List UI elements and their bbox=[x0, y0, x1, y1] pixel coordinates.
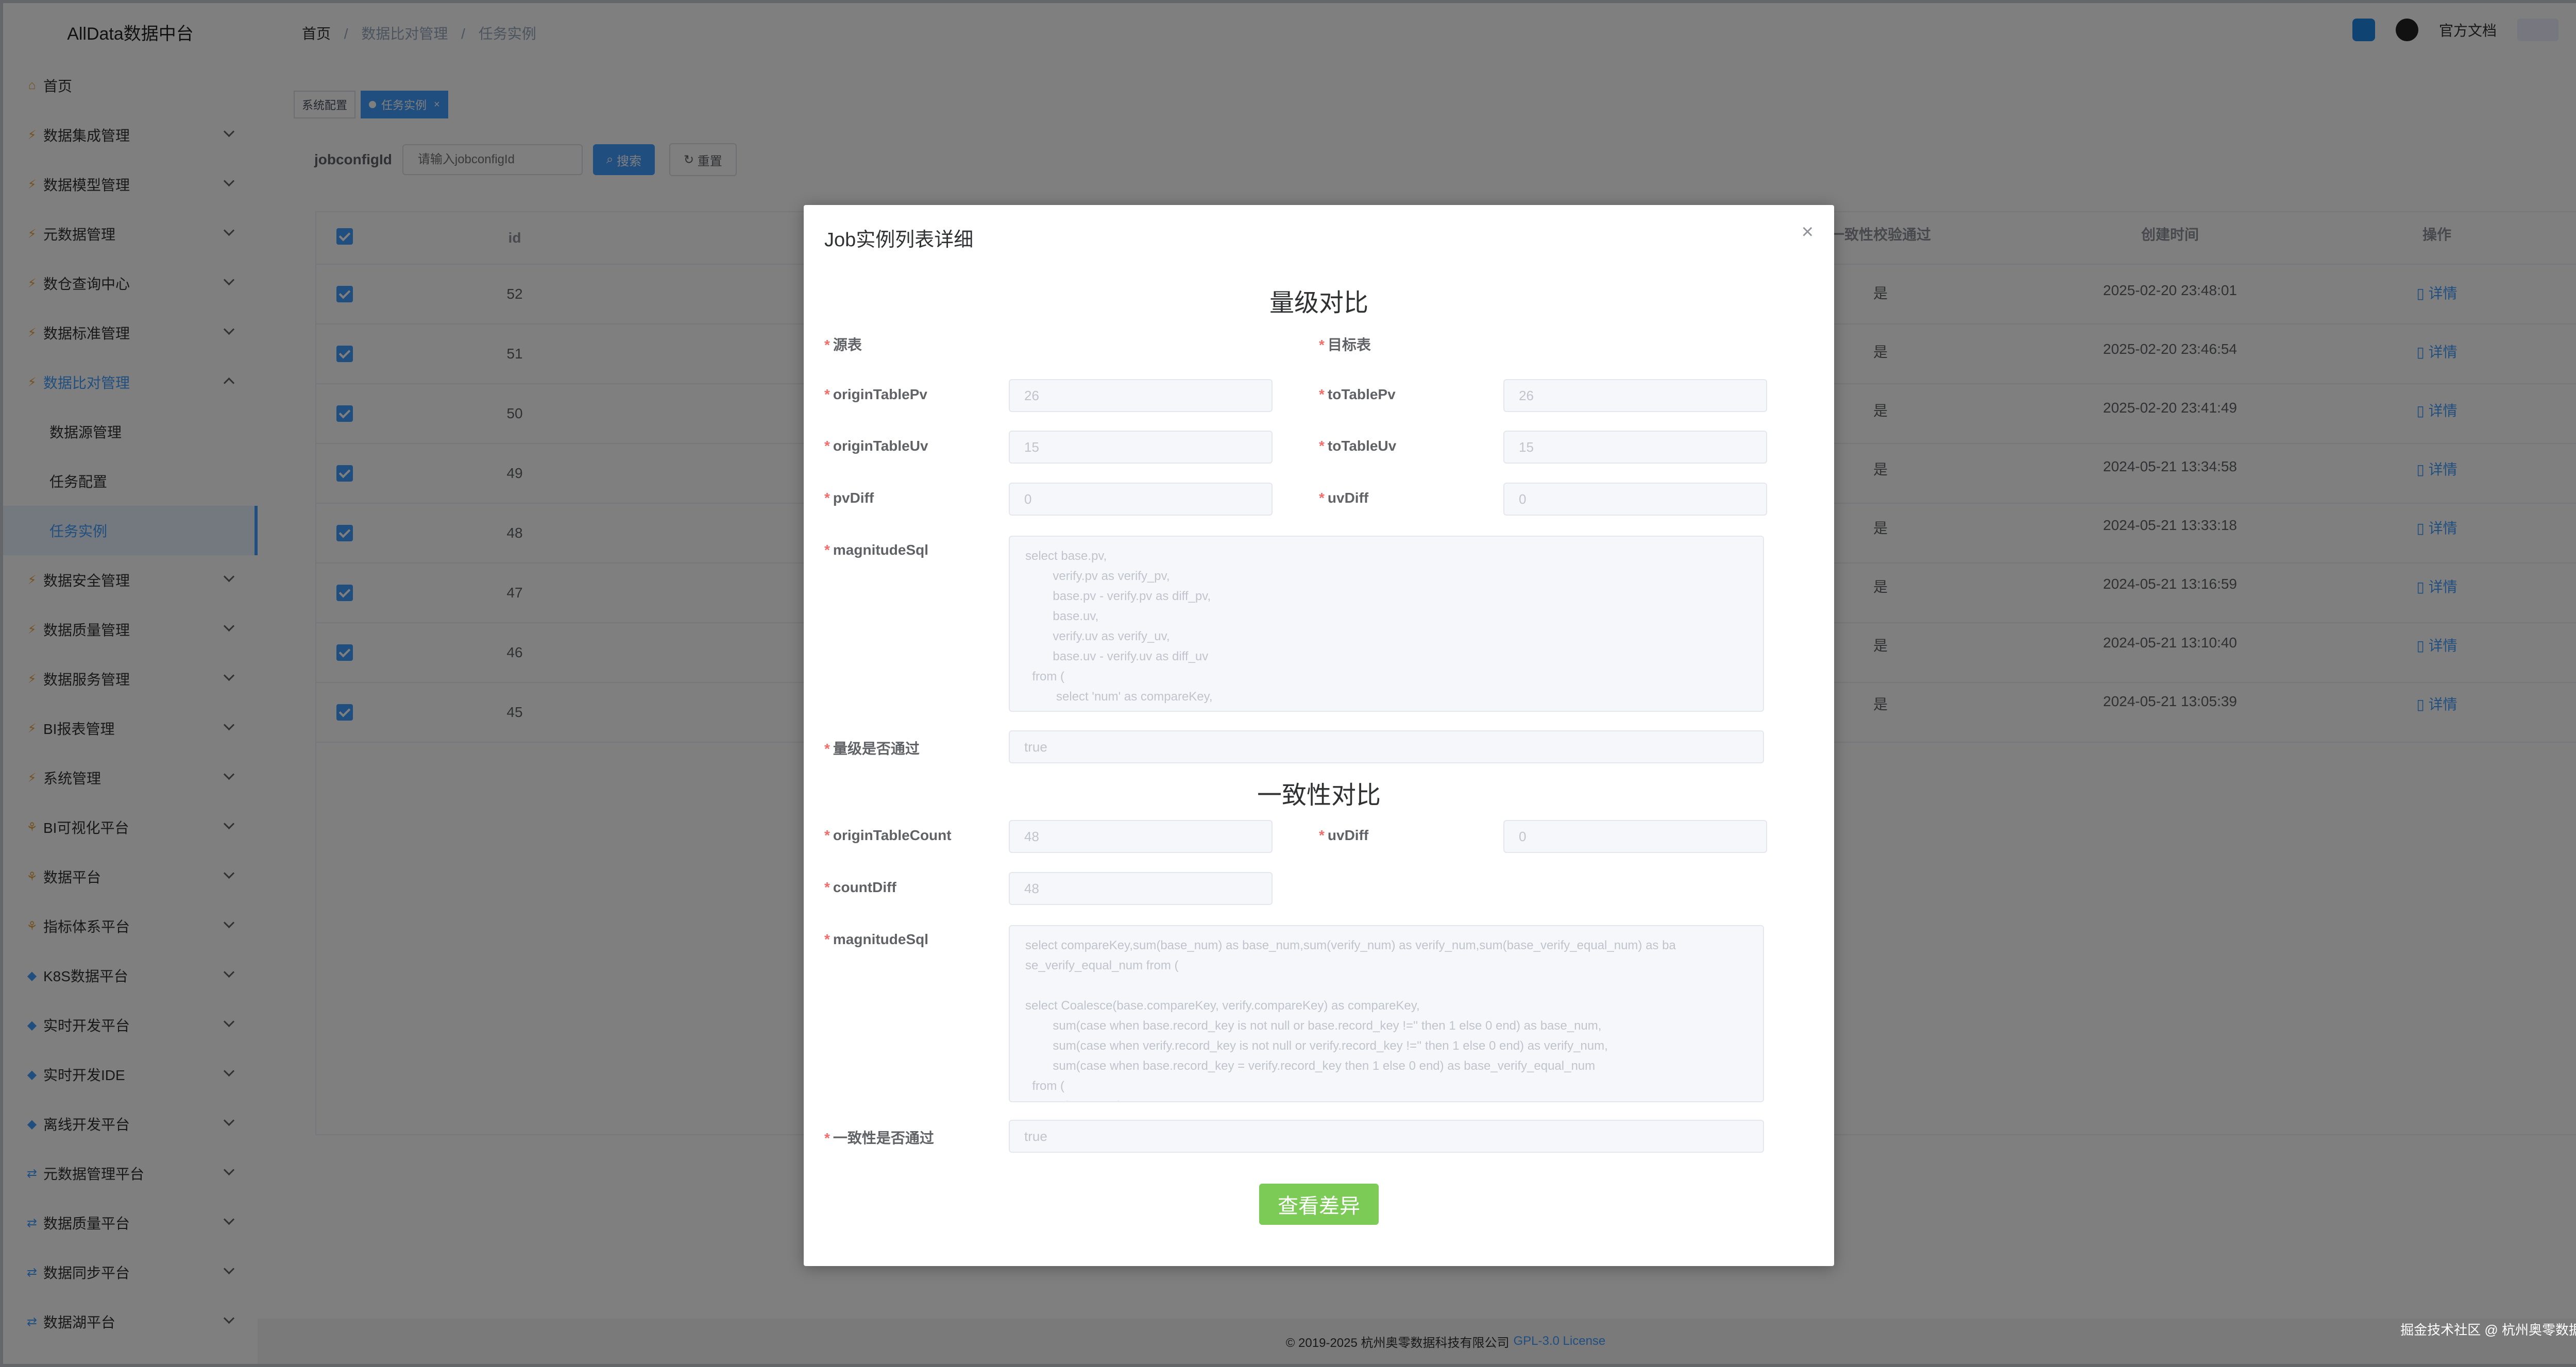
consistency-pass-field[interactable]: true bbox=[1009, 1120, 1764, 1153]
label-magnitude-sql-2: * magnitudeSql bbox=[824, 931, 929, 947]
dialog-title: Job实例列表详细 bbox=[824, 229, 974, 251]
view-diff-button[interactable]: 查看差异 bbox=[1259, 1184, 1379, 1225]
magnitude-pass-field[interactable]: true bbox=[1009, 730, 1764, 763]
to-table-pv-field[interactable]: 26 bbox=[1503, 379, 1767, 412]
section-magnitude-title: 量级对比 bbox=[1269, 289, 1368, 317]
uv-diff-field[interactable]: 0 bbox=[1503, 483, 1767, 516]
job-detail-dialog: Job实例列表详细 × 量级对比 * 源表 * 目标表 * originTablePv… bbox=[804, 205, 1834, 1266]
label-to-table-uv: * toTableUv bbox=[1319, 438, 1397, 454]
label-count-diff: * countDiff bbox=[824, 879, 896, 895]
label-magnitude-sql: * magnitudeSql bbox=[824, 542, 929, 558]
pv-diff-field[interactable]: 0 bbox=[1009, 483, 1273, 516]
label-uv-diff: * uvDiff bbox=[1319, 490, 1369, 506]
label-uv-diff-2: * uvDiff bbox=[1319, 827, 1369, 843]
origin-table-pv-field[interactable]: 26 bbox=[1009, 379, 1273, 412]
count-diff-field[interactable]: 48 bbox=[1009, 872, 1273, 905]
label-magnitude-pass: * 量级是否通过 bbox=[824, 741, 920, 757]
magnitude-sql-textarea[interactable]: select base.pv, verify.pv as verify_pv, … bbox=[1009, 536, 1764, 712]
watermark: 掘金技术社区 @ 杭州奥零数据科技 bbox=[2400, 1322, 2576, 1338]
label-pv-diff: * pvDiff bbox=[824, 490, 874, 506]
to-table-uv-field[interactable]: 15 bbox=[1503, 431, 1767, 464]
label-origin-table-pv: * originTablePv bbox=[824, 386, 927, 402]
label-origin-table-uv: * originTableUv bbox=[824, 438, 928, 454]
uv-diff-2-field[interactable]: 0 bbox=[1503, 820, 1767, 853]
section-consistency-title: 一致性对比 bbox=[1257, 782, 1381, 809]
label-to-table-pv: * toTablePv bbox=[1319, 386, 1396, 402]
origin-table-uv-field[interactable]: 15 bbox=[1009, 431, 1273, 464]
label-target-table: * 目标表 bbox=[1319, 337, 1371, 353]
consistency-sql-textarea[interactable]: select compareKey,sum(base_num) as base_… bbox=[1009, 925, 1764, 1102]
label-source-table: * 源表 bbox=[824, 337, 862, 353]
close-icon[interactable]: × bbox=[1802, 220, 1814, 244]
origin-table-count-field[interactable]: 48 bbox=[1009, 820, 1273, 853]
label-origin-table-count: * originTableCount bbox=[824, 827, 952, 843]
label-consistency-pass: * 一致性是否通过 bbox=[824, 1130, 934, 1146]
